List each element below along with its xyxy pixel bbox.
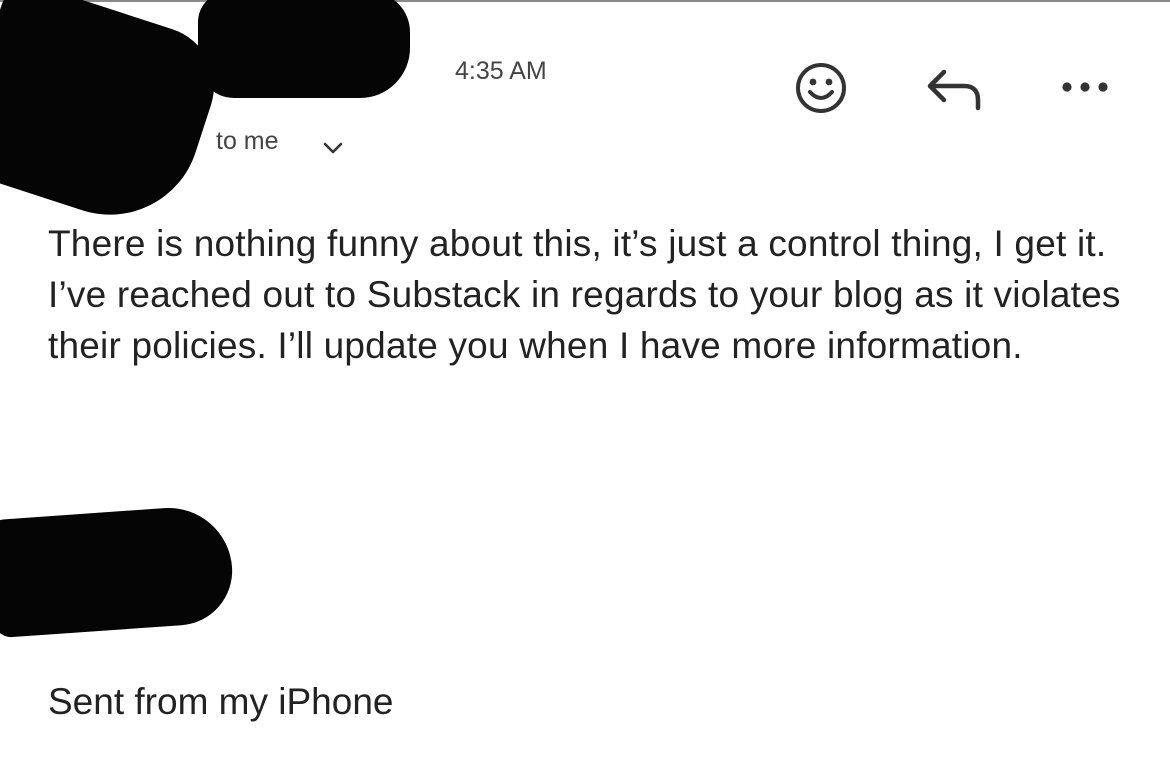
sender-name[interactable]: Peter Phipps [216, 54, 387, 86]
reply-icon [927, 69, 981, 111]
email-body: There is nothing funny about this, it’s … [48, 218, 1138, 371]
signature: Sent from my iPhone [48, 681, 394, 722]
reply-button[interactable] [920, 60, 988, 116]
more-icon [1062, 82, 1108, 92]
chevron-down-icon[interactable] [321, 140, 345, 156]
react-button[interactable] [790, 57, 852, 119]
top-divider [0, 0, 1170, 2]
more-options-button[interactable] [1055, 70, 1115, 104]
avatar[interactable]: P [48, 52, 168, 172]
signoff-line: Peter [48, 582, 137, 623]
timestamp: 4:35 AM [455, 57, 547, 85]
signoff: Cheers! Peter [48, 526, 178, 628]
body-paragraph: I’ve reached out to Substack in regards … [48, 274, 1121, 366]
recipient-label: to me [216, 126, 279, 155]
signoff-line: Cheers! [48, 531, 178, 572]
smile-icon [796, 63, 846, 113]
body-paragraph: There is nothing funny about this, it’s … [48, 223, 1107, 264]
recipient-details-toggle[interactable]: to me [216, 124, 345, 158]
